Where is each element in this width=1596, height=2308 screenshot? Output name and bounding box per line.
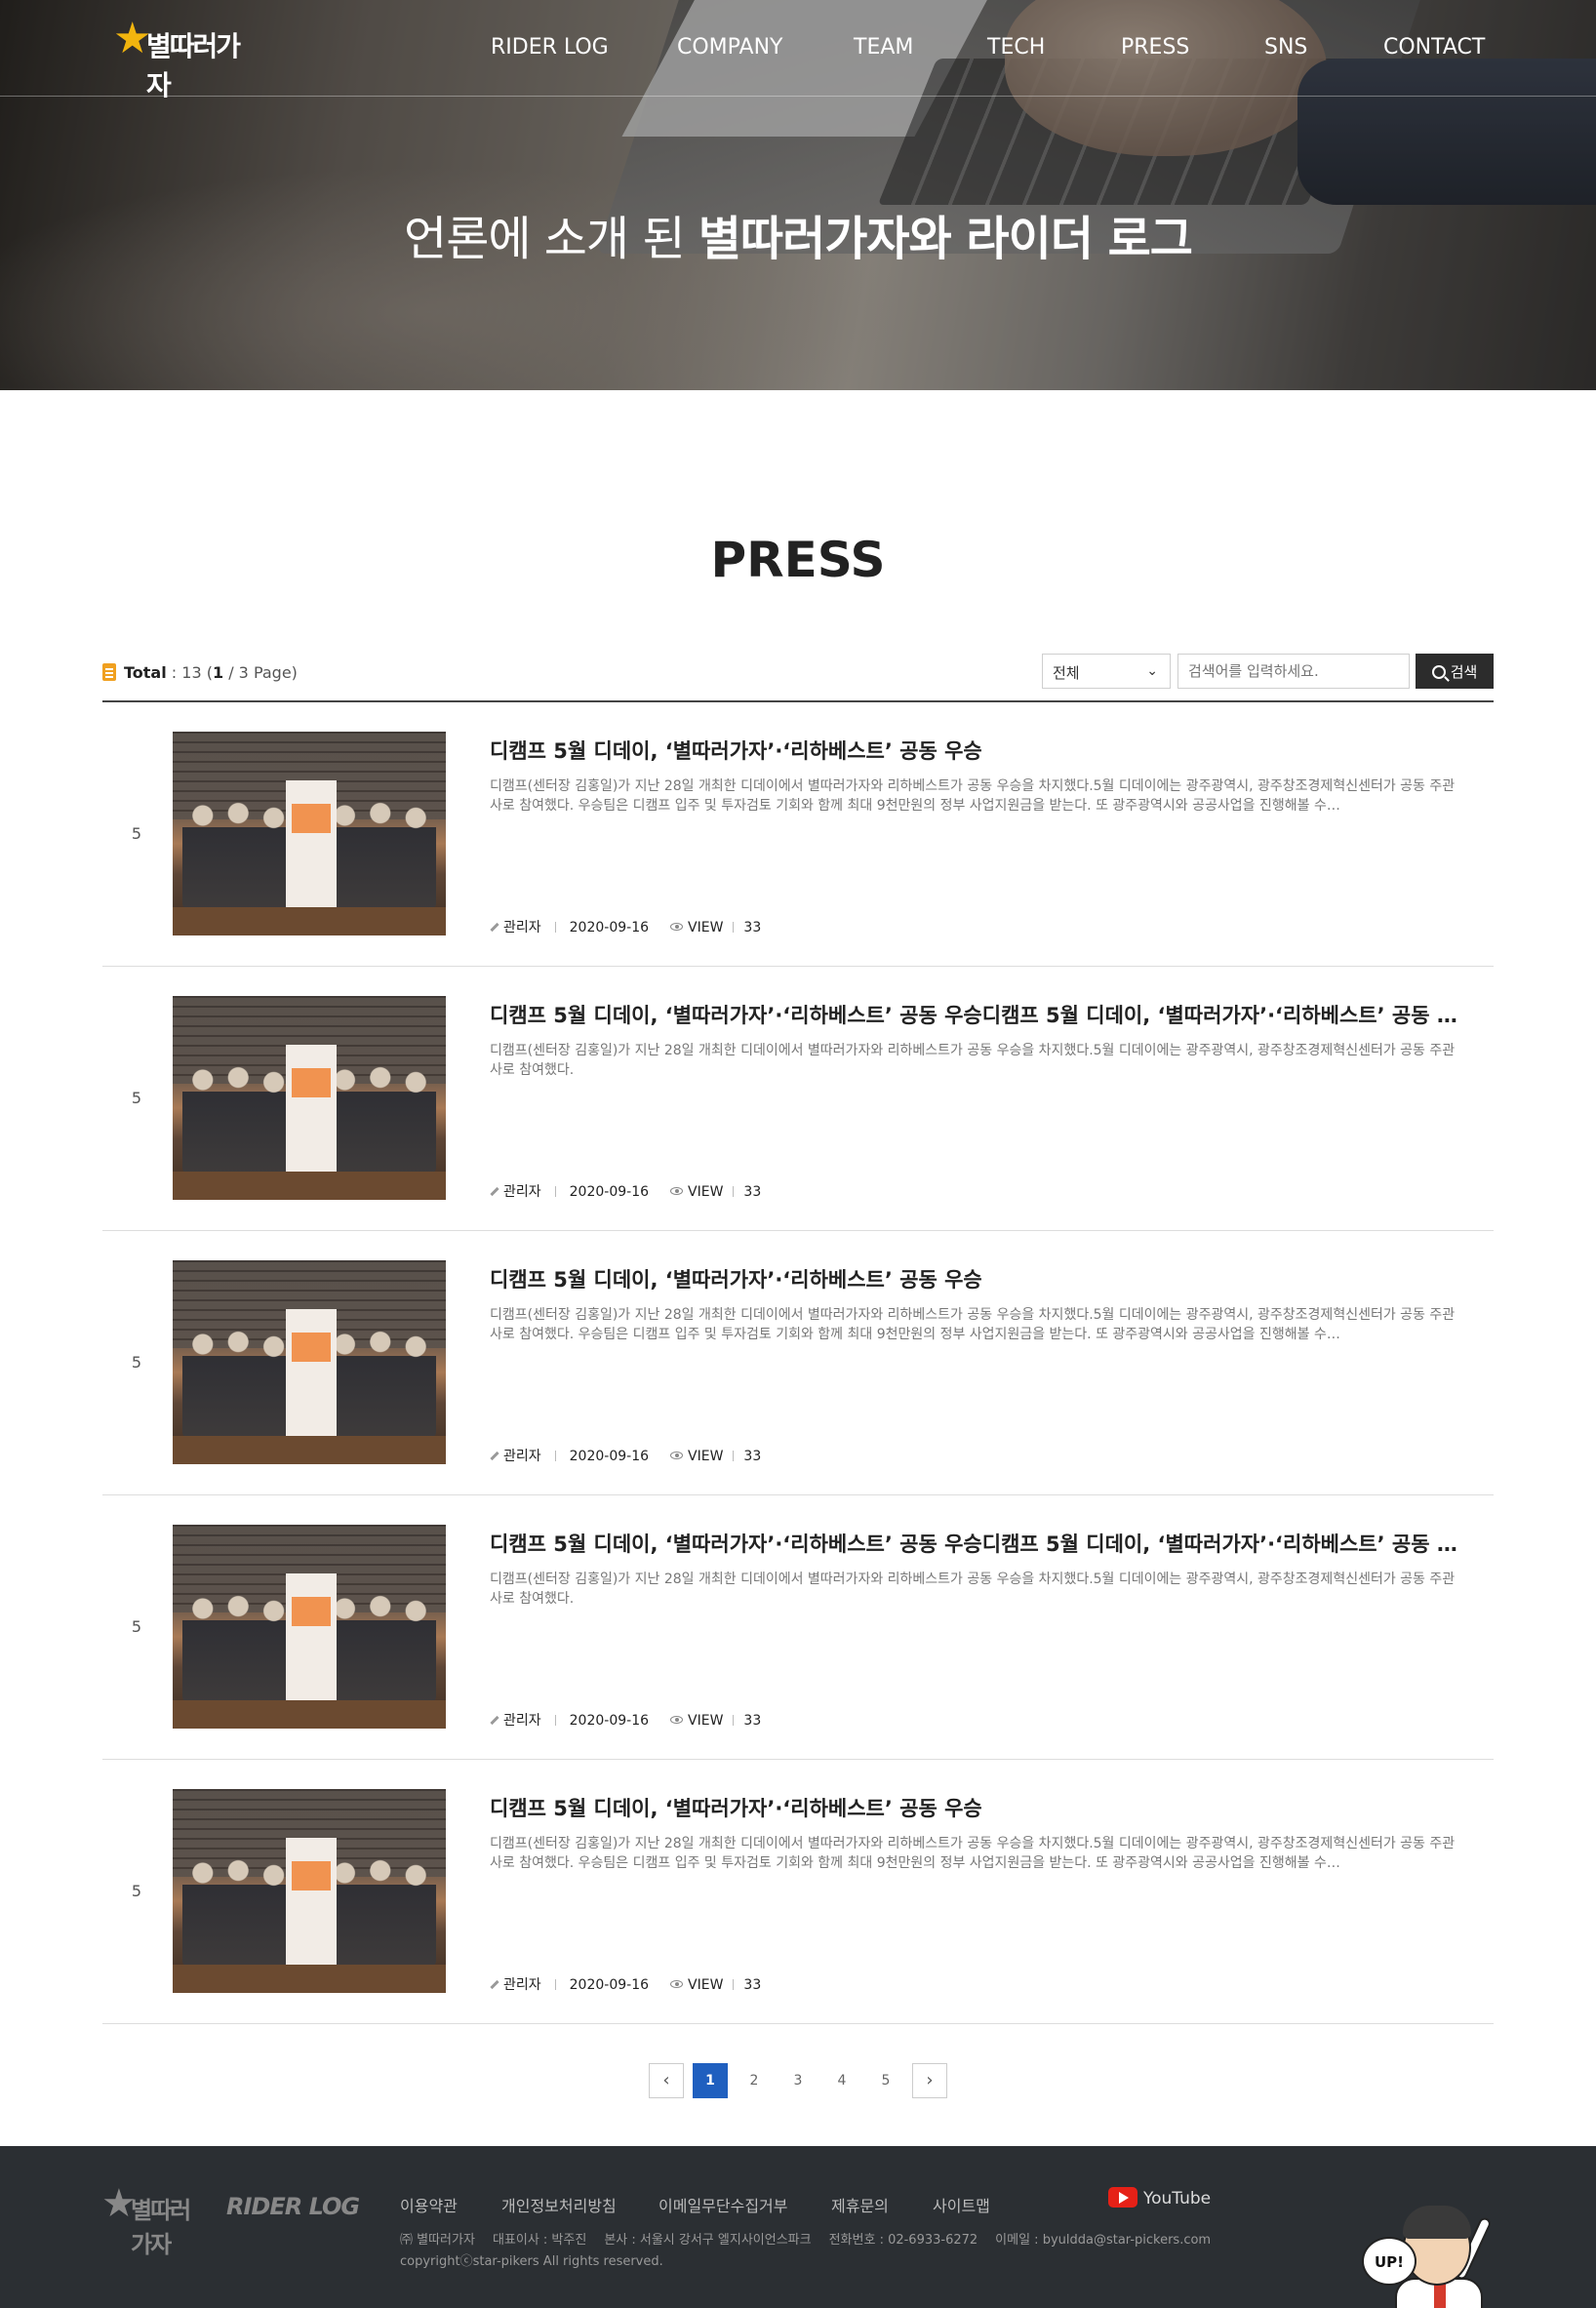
pencil-icon [490,1451,499,1461]
page-4[interactable]: 4 [824,2063,859,2098]
view-count: 33 [743,920,762,935]
youtube-link[interactable]: YouTube [1108,2187,1211,2209]
post-meta: 관리자 2020-09-16 VIEW 33 [490,1181,761,1201]
top-navigation: ★ 별따러가자 RIDER LOG COMPANY TEAM TECH PRES… [0,0,1596,101]
post-meta: 관리자 2020-09-16 VIEW 33 [490,1974,761,1994]
post-thumbnail[interactable] [173,1525,446,1729]
list-item[interactable]: 5 디캠프 5월 디데이, ‘별따러가자’·‘리하베스트’ 공동 우승 디캠프(… [102,702,1494,967]
post-date: 2020-09-16 [569,1713,650,1729]
post-author: 관리자 [503,1184,541,1200]
post-summary: 디캠프(센터장 김홍일)가 지난 28일 개최한 디데이에서 별따러가자와 리하… [490,1572,1456,1607]
view-count: 33 [743,1713,762,1729]
post-summary: 디캠프(센터장 김홍일)가 지난 28일 개최한 디데이에서 별따러가자와 리하… [490,778,1456,814]
post-thumbnail[interactable] [173,732,446,935]
post-date: 2020-09-16 [569,1449,650,1464]
pencil-icon [490,1186,499,1197]
footer-link-sitemap[interactable]: 사이트맵 [933,2193,990,2216]
post-meta: 관리자 2020-09-16 VIEW 33 [490,1446,761,1465]
hero-title: 언론에 소개 된 별따러가자와 라이더 로그 [404,212,1193,266]
prev-page-button[interactable]: ‹ [649,2063,684,2098]
post-summary: 디캠프(센터장 김홍일)가 지난 28일 개최한 디데이에서 별따러가자와 리하… [490,1043,1456,1078]
post-date: 2020-09-16 [569,1977,650,1993]
list-item[interactable]: 5 디캠프 5월 디데이, ‘별따러가자’·‘리하베스트’ 공동 우승디캠프 5… [102,1495,1494,1760]
post-thumbnail[interactable] [173,996,446,1200]
footer-link-partnership[interactable]: 제휴문의 [831,2193,889,2216]
document-icon [102,663,116,681]
post-date: 2020-09-16 [569,920,650,935]
list-item[interactable]: 5 디캠프 5월 디데이, ‘별따러가자’·‘리하베스트’ 공동 우승 디캠프(… [102,1760,1494,2024]
total-count: Total : 13 (1 / 3 Page) [102,663,298,682]
post-author: 관리자 [503,1449,541,1464]
press-list: 5 디캠프 5월 디데이, ‘별따러가자’·‘리하베스트’ 공동 우승 디캠프(… [102,702,1494,2024]
list-toolbar: Total : 13 (1 / 3 Page) 전체 ⌄ 검색 [102,652,1494,702]
page-2[interactable]: 2 [737,2063,772,2098]
footer: ★ 별따러가자 RIDER LOG 이용약관 개인정보처리방침 이메일무단수집거… [0,2146,1596,2308]
nav-item-press[interactable]: PRESS [1121,35,1189,60]
eye-icon [670,1187,684,1195]
chevron-down-icon: ⌄ [1146,663,1158,679]
page-5[interactable]: 5 [868,2063,903,2098]
nav-item-sns[interactable]: SNS [1264,35,1307,60]
company-info: ㈜ 별따러가자 대표이사 : 박주진 본사 : 서울시 강서구 엘지사이언스파크 전화… [400,2230,1228,2273]
post-title[interactable]: 디캠프 5월 디데이, ‘별따러가자’·‘리하베스트’ 공동 우승 [490,1264,1465,1293]
list-item[interactable]: 5 디캠프 5월 디데이, ‘별따러가자’·‘리하베스트’ 공동 우승디캠프 5… [102,967,1494,1231]
eye-icon [670,1452,684,1459]
post-number: 5 [131,1882,142,1900]
eye-icon [670,1980,684,1988]
view-count: 33 [743,1449,762,1464]
nav-item-contact[interactable]: CONTACT [1383,35,1485,60]
post-date: 2020-09-16 [569,1184,650,1200]
footer-link-email-policy[interactable]: 이메일무단수집거부 [658,2193,787,2216]
rider-log-logo[interactable]: RIDER LOG [226,2193,360,2220]
post-summary: 디캠프(센터장 김홍일)가 지난 28일 개최한 디데이에서 별따러가자와 리하… [490,1307,1456,1342]
search-button[interactable]: 검색 [1416,654,1494,689]
search-input[interactable] [1177,654,1410,689]
post-thumbnail[interactable] [173,1260,446,1464]
nav-item-company[interactable]: COMPANY [677,35,782,60]
post-meta: 관리자 2020-09-16 VIEW 33 [490,1710,761,1730]
view-count: 33 [743,1977,762,1993]
view-count: 33 [743,1184,762,1200]
pencil-icon [490,1715,499,1726]
category-select[interactable]: 전체 ⌄ [1042,654,1171,689]
scroll-top-button[interactable]: UP! [1358,2200,1504,2308]
post-summary: 디캠프(센터장 김홍일)가 지난 28일 개최한 디데이에서 별따러가자와 리하… [490,1836,1456,1871]
page-3[interactable]: 3 [780,2063,816,2098]
post-author: 관리자 [503,1977,541,1993]
page-title: PRESS [710,532,886,588]
eye-icon [670,1716,684,1724]
footer-link-privacy[interactable]: 개인정보처리방침 [501,2193,617,2216]
hero-banner: ★ 별따러가자 RIDER LOG COMPANY TEAM TECH PRES… [0,0,1596,390]
post-number: 5 [131,824,142,843]
pencil-icon [490,922,499,933]
youtube-icon [1108,2187,1137,2208]
list-item[interactable]: 5 디캠프 5월 디데이, ‘별따러가자’·‘리하베스트’ 공동 우승 디캠프(… [102,1231,1494,1495]
post-author: 관리자 [503,920,541,935]
next-page-button[interactable]: › [912,2063,947,2098]
post-meta: 관리자 2020-09-16 VIEW 33 [490,917,761,936]
post-number: 5 [131,1353,142,1372]
pencil-icon [490,1979,499,1990]
post-title[interactable]: 디캠프 5월 디데이, ‘별따러가자’·‘리하베스트’ 공동 우승 [490,736,1465,765]
post-author: 관리자 [503,1713,541,1729]
nav-item-rider-log[interactable]: RIDER LOG [491,35,609,60]
eye-icon [670,923,684,931]
post-number: 5 [131,1089,142,1107]
nav-item-team[interactable]: TEAM [854,35,913,60]
nav-item-tech[interactable]: TECH [987,35,1045,60]
footer-logo[interactable]: ★ 별따러가자 [101,2181,209,2258]
search-icon [1431,664,1446,679]
page-1[interactable]: 1 [693,2063,728,2098]
post-number: 5 [131,1617,142,1636]
post-thumbnail[interactable] [173,1789,446,1993]
main-nav: RIDER LOG COMPANY TEAM TECH PRESS SNS CO… [0,35,1596,64]
copyright: copyrightⓒstar-pikers All rights reserve… [400,2254,663,2269]
post-title[interactable]: 디캠프 5월 디데이, ‘별따러가자’·‘리하베스트’ 공동 우승 [490,1793,1465,1822]
footer-link-terms[interactable]: 이용약관 [400,2193,458,2216]
post-title[interactable]: 디캠프 5월 디데이, ‘별따러가자’·‘리하베스트’ 공동 우승디캠프 5월 … [490,1529,1465,1558]
post-title[interactable]: 디캠프 5월 디데이, ‘별따러가자’·‘리하베스트’ 공동 우승디캠프 5월 … [490,1000,1465,1029]
